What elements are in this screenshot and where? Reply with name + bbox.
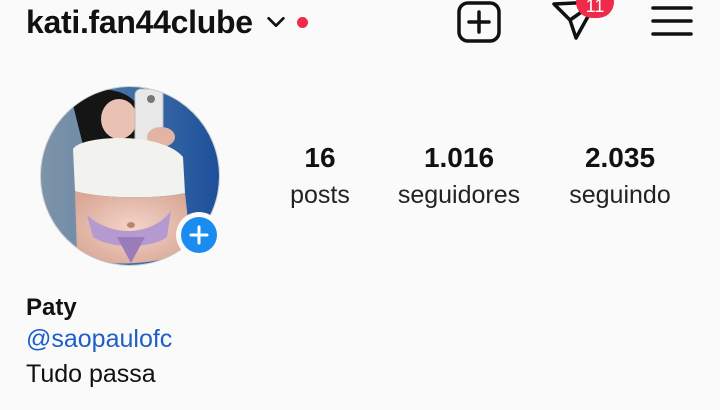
display-name: Paty [26,294,77,321]
add-story-button[interactable] [176,212,222,258]
profile-bio: Paty @saopaulofc Tudo passa [26,292,172,394]
new-post-icon[interactable] [456,0,502,44]
stat-following-value: 2.035 [584,142,656,173]
top-bar: kati.fan44clube 11 [0,0,720,50]
username: kati.fan44clube [26,3,253,40]
stat-following-label: seguindo [569,181,671,209]
profile-stats: 16 posts 1.016 seguidores 2.035 seguindo [256,140,706,220]
notification-dot [296,16,308,28]
plus-icon [181,217,217,253]
stat-followers-label: seguidores [397,181,521,209]
stat-following[interactable]: 2.035 seguindo [548,140,692,214]
stat-posts[interactable]: 16 posts [270,140,370,214]
bio-text: Tudo passa [26,360,156,388]
stat-followers[interactable]: 1.016 seguidores [386,140,532,214]
stat-posts-value: 16 [304,142,336,173]
bio-link[interactable]: @saopaulofc [26,324,172,354]
menu-icon[interactable] [650,2,694,40]
stat-followers-value: 1.016 [423,142,495,173]
chevron-down-icon [267,16,285,28]
stat-posts-label: posts [290,181,350,209]
account-switcher[interactable]: kati.fan44clube [26,2,308,42]
